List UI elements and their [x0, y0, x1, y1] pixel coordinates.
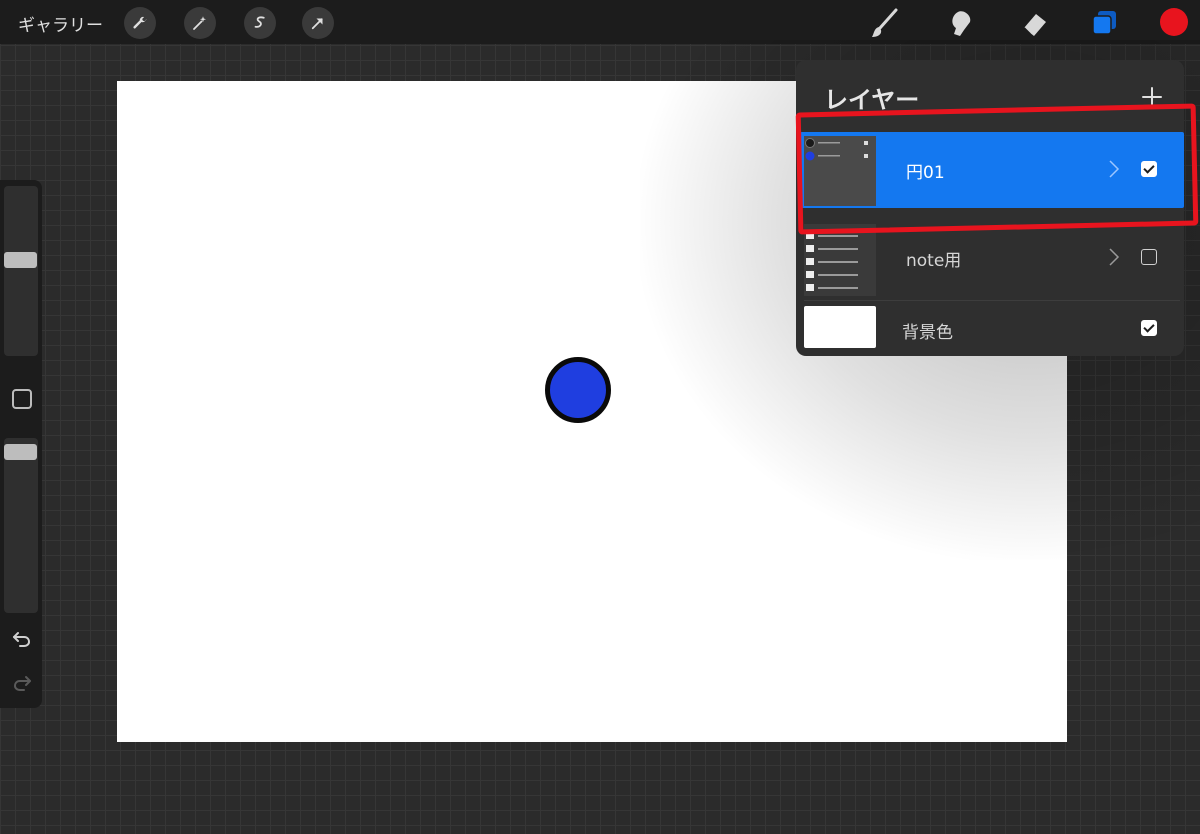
redo-icon[interactable]: [11, 672, 33, 694]
wrench-icon[interactable]: [124, 7, 156, 39]
brush-size-slider[interactable]: [4, 186, 38, 356]
brush-size-thumb[interactable]: [4, 252, 37, 268]
layer-row-background[interactable]: 背景色: [800, 304, 1184, 352]
layer-visibility-checkbox[interactable]: [1141, 320, 1157, 336]
magic-wand-icon[interactable]: [184, 7, 216, 39]
row-divider: [804, 300, 1180, 301]
left-sidebar: [0, 180, 42, 708]
layers-icon[interactable]: [1088, 6, 1122, 40]
chevron-right-icon[interactable]: [1108, 247, 1120, 267]
opacity-slider[interactable]: [4, 438, 38, 613]
undo-icon[interactable]: [11, 628, 33, 650]
modify-button[interactable]: [12, 389, 32, 409]
layer-thumbnail: [804, 306, 876, 348]
layer-name: note用: [906, 251, 962, 271]
layer-name: 背景色: [902, 323, 953, 343]
blue-circle-shape: [545, 357, 611, 423]
layer-visibility-checkbox[interactable]: [1141, 249, 1157, 265]
smudge-icon[interactable]: [944, 6, 978, 40]
top-toolbar: ギャラリー: [0, 0, 1200, 44]
gallery-button[interactable]: ギャラリー: [18, 11, 103, 36]
layer-thumbnail: [804, 224, 876, 296]
transform-arrow-icon[interactable]: [302, 7, 334, 39]
eraser-icon[interactable]: [1016, 6, 1050, 40]
annotation-highlight: [795, 103, 1199, 235]
color-picker[interactable]: [1160, 8, 1188, 36]
selection-icon[interactable]: [244, 7, 276, 39]
brush-icon[interactable]: [868, 6, 902, 40]
opacity-thumb[interactable]: [4, 444, 37, 460]
